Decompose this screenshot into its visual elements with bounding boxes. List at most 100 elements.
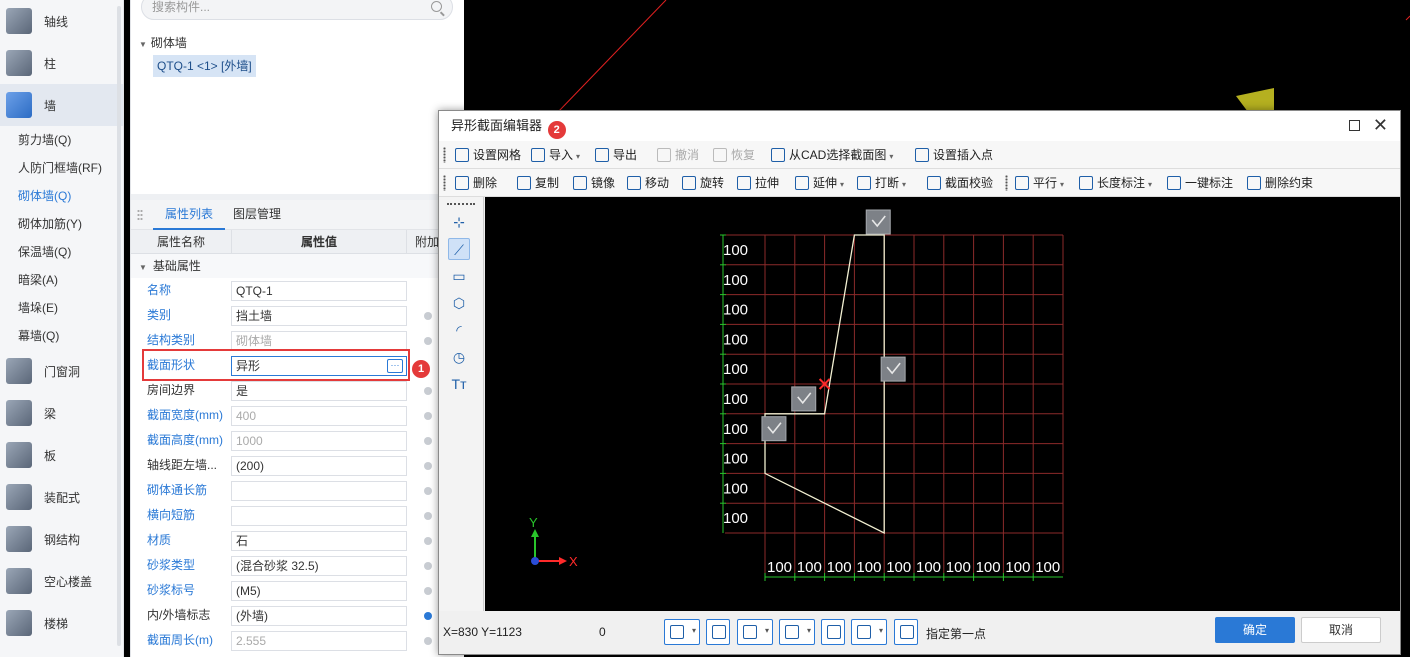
property-row[interactable]: 砂浆类型 (混合砂浆 32.5)	[131, 553, 465, 578]
dropdown-arrow-icon[interactable]: ▾	[902, 180, 906, 189]
object-snap-button[interactable]: ▾	[737, 619, 773, 645]
property-row[interactable]: 截面周长(m) 2.555	[131, 628, 465, 653]
property-row[interactable]: 类别 挡土墙	[131, 303, 465, 328]
close-icon[interactable]: ✕	[1373, 115, 1388, 135]
dropdown-arrow-icon[interactable]: ▾	[840, 180, 844, 189]
nav-item-hollow-floor[interactable]: 空心楼盖	[0, 560, 123, 602]
line-tool-icon[interactable]: ⟋	[448, 238, 470, 260]
nav-sub-hidden-beam[interactable]: 暗梁(A)	[0, 266, 123, 294]
dropdown-arrow-icon[interactable]: ▾	[576, 152, 580, 161]
copy-button[interactable]: 复制	[517, 169, 559, 197]
property-row[interactable]: 轴线距左墙... (200)	[131, 453, 465, 478]
property-row[interactable]: 截面宽度(mm) 400	[131, 403, 465, 428]
circle-tool-icon[interactable]: ◷	[448, 346, 470, 368]
confirm-button[interactable]: 确定	[1215, 617, 1295, 643]
property-value-field[interactable]: 400	[231, 406, 407, 426]
length-dimension-button[interactable]: 长度标注 ▾	[1079, 169, 1152, 197]
track-button[interactable]: ▾	[779, 619, 815, 645]
ortho-button[interactable]	[706, 619, 730, 645]
extend-button[interactable]: 延伸 ▾	[795, 169, 844, 197]
nav-item-beam[interactable]: 梁	[0, 392, 123, 434]
property-value-field[interactable]: 砌体墙	[231, 331, 407, 351]
search-input[interactable]: 搜索构件...	[141, 0, 453, 20]
extra-attribute-toggle[interactable]	[424, 387, 432, 395]
section-drawing-canvas[interactable]: 100 100 100 100 100 100 100 100 100 100 100 100 100 1…	[485, 197, 1400, 611]
mirror-button[interactable]: 镜像	[573, 169, 615, 197]
text-tool-icon[interactable]: Tт	[448, 373, 470, 395]
extra-attribute-toggle[interactable]	[424, 487, 432, 495]
property-value-field[interactable]	[231, 506, 407, 526]
tab-property-list[interactable]: 属性列表	[153, 200, 226, 230]
property-value-field[interactable]: (外墙)	[231, 606, 407, 626]
property-row[interactable]: 名称 QTQ-1	[131, 278, 465, 303]
dropdown-arrow-icon[interactable]: ▾	[1060, 180, 1064, 189]
nav-item-axis[interactable]: 轴线	[0, 0, 123, 42]
extra-attribute-toggle[interactable]	[424, 637, 432, 645]
import-button[interactable]: 导入 ▾	[531, 141, 580, 169]
tree-leaf-qtq1[interactable]: QTQ-1 <1> [外墙]	[153, 55, 256, 77]
property-value-field[interactable]: 是	[231, 381, 407, 401]
toolbar-grip-icon[interactable]	[443, 175, 446, 191]
tip-button[interactable]	[894, 619, 918, 645]
property-row[interactable]: 砌体通长筋	[131, 478, 465, 503]
dialog-titlebar[interactable]: 异形截面编辑器 2 ✕	[439, 111, 1400, 141]
nav-item-steel[interactable]: 钢结构	[0, 518, 123, 560]
rectangle-tool-icon[interactable]: ▭	[448, 265, 470, 287]
property-row[interactable]: 砂浆标号 (M5)	[131, 578, 465, 603]
stretch-button[interactable]: 拉伸	[737, 169, 779, 197]
arc-tool-icon[interactable]: ◜	[448, 319, 470, 341]
property-value-field[interactable]: QTQ-1	[231, 281, 407, 301]
nav-sub-insulation-wall[interactable]: 保温墙(Q)	[0, 238, 123, 266]
dropdown-arrow-icon[interactable]: ▾	[692, 626, 696, 635]
dropdown-arrow-icon[interactable]: ▾	[1148, 180, 1152, 189]
delete-button[interactable]: 删除	[455, 169, 497, 197]
tab-layer-management[interactable]: 图层管理	[221, 200, 293, 230]
caret-down-icon[interactable]: ▼	[139, 263, 147, 272]
cancel-button[interactable]: 取消	[1301, 617, 1381, 643]
property-row[interactable]: 截面高度(mm) 1000	[131, 428, 465, 453]
export-button[interactable]: 导出	[595, 141, 637, 169]
extra-attribute-toggle[interactable]	[424, 437, 432, 445]
nav-sub-wall-pier[interactable]: 墙垛(E)	[0, 294, 123, 322]
rotate-button[interactable]: 旋转	[682, 169, 724, 197]
property-row[interactable]: 内/外墙标志 (外墙)	[131, 603, 465, 628]
property-value-field[interactable]: 2.555	[231, 631, 407, 651]
grid-snap-button[interactable]: ▾	[664, 619, 700, 645]
extra-attribute-toggle[interactable]	[424, 312, 432, 320]
toolbar-grip-icon[interactable]	[1005, 175, 1008, 191]
nav-sub-masonry-wall[interactable]: 砌体墙(Q)	[0, 182, 123, 210]
dropdown-arrow-icon[interactable]: ▾	[807, 626, 811, 635]
property-value-field[interactable]	[231, 481, 407, 501]
property-row[interactable]: 横向短筋	[131, 503, 465, 528]
nav-sub-civil-defense-wall[interactable]: 人防门框墙(RF)	[0, 154, 123, 182]
property-value-field[interactable]: 1000	[231, 431, 407, 451]
maximize-icon[interactable]	[1349, 120, 1360, 131]
nav-scrollbar[interactable]	[117, 6, 121, 646]
nav-sub-masonry-rebar[interactable]: 砌体加筋(Y)	[0, 210, 123, 238]
search-icon[interactable]	[431, 1, 442, 12]
nav-item-prefab[interactable]: 装配式	[0, 476, 123, 518]
property-group-basic[interactable]: ▼ 基础属性	[131, 254, 465, 278]
select-from-cad-button[interactable]: 从CAD选择截面图 ▾	[771, 141, 893, 169]
extra-attribute-toggle[interactable]	[424, 462, 432, 470]
dropdown-arrow-icon[interactable]: ▾	[879, 626, 883, 635]
toolbar-grip-icon[interactable]	[443, 147, 446, 163]
property-value-field[interactable]: (混合砂浆 32.5)	[231, 556, 407, 576]
set-grid-button[interactable]: 设置网格	[455, 141, 521, 169]
parallel-button[interactable]: 平行 ▾	[1015, 169, 1064, 197]
extra-attribute-toggle[interactable]	[424, 612, 432, 620]
move-button[interactable]: 移动	[627, 169, 669, 197]
constraint-toggle-button[interactable]	[821, 619, 845, 645]
nav-item-door-window[interactable]: 门窗洞	[0, 350, 123, 392]
property-value-field[interactable]: 石	[231, 531, 407, 551]
dropdown-arrow-icon[interactable]: ▾	[889, 152, 893, 161]
extra-attribute-toggle[interactable]	[424, 537, 432, 545]
nav-item-column[interactable]: 柱	[0, 42, 123, 84]
redo-button[interactable]: 恢复	[713, 141, 755, 169]
break-button[interactable]: 打断 ▾	[857, 169, 906, 197]
extra-attribute-toggle[interactable]	[424, 337, 432, 345]
caret-down-icon[interactable]: ▼	[139, 40, 147, 49]
section-check-button[interactable]: 截面校验	[927, 169, 993, 197]
nav-sub-shear-wall[interactable]: 剪力墙(Q)	[0, 126, 123, 154]
annotation-button[interactable]: ▾	[851, 619, 887, 645]
